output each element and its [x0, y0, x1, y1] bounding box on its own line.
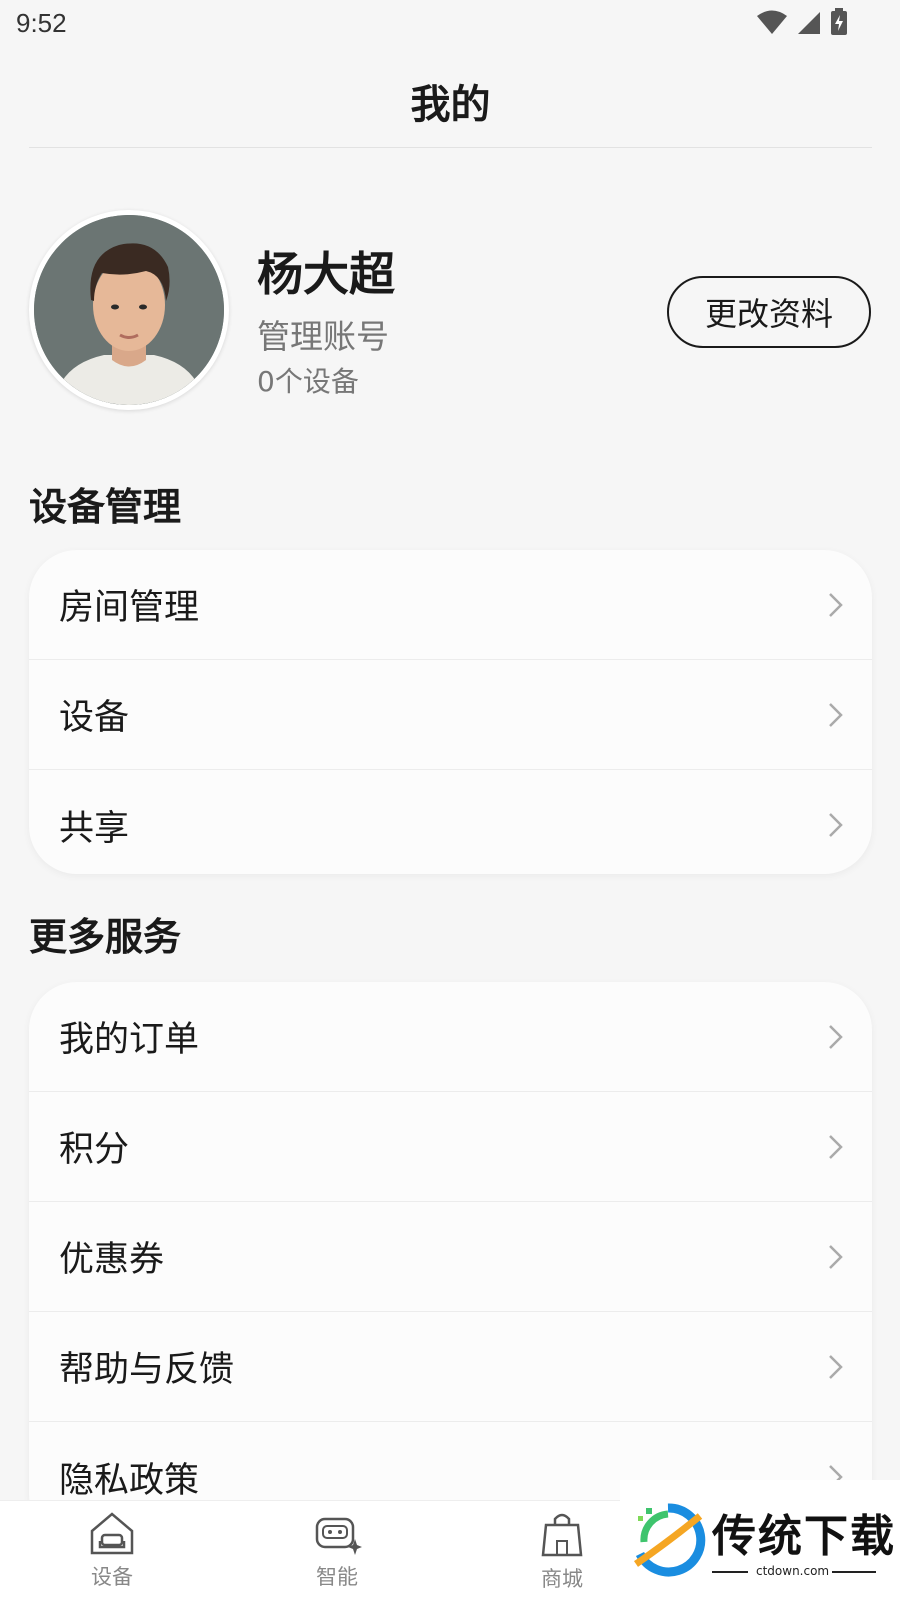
profile-device-count: 0个设备: [257, 365, 359, 398]
tab-label: 商城: [541, 1567, 583, 1591]
chevron-right-icon: [829, 1354, 843, 1379]
tab-devices[interactable]: 设备: [62, 1511, 162, 1591]
section-title-device-management: 设备管理: [29, 485, 182, 529]
chevron-right-icon: [829, 592, 843, 617]
robot-icon: [315, 1517, 362, 1555]
chevron-right-icon: [829, 702, 843, 727]
watermark-url: ctdown.com: [756, 1564, 830, 1578]
watermark-divider-right: [832, 1571, 876, 1573]
watermark-text: 传统下载: [712, 1511, 896, 1562]
wifi-icon: [757, 10, 787, 34]
menu-item-label: 房间管理: [59, 588, 200, 628]
menu-item-label: 积分: [59, 1130, 130, 1170]
cellular-signal-icon: [798, 12, 820, 34]
tab-label: 设备: [91, 1565, 133, 1589]
edit-profile-button[interactable]: 更改资料: [667, 276, 871, 348]
avatar[interactable]: [29, 210, 229, 410]
device-management-card: 房间管理 设备 共享: [29, 550, 872, 874]
avatar-portrait-icon: [34, 215, 224, 405]
shopping-bag-icon: [541, 1513, 583, 1557]
status-time: 9:52: [16, 8, 67, 38]
menu-item-sharing[interactable]: 共享: [29, 770, 872, 874]
profile-name: 杨大超: [257, 247, 395, 301]
watermark-logo-icon: [634, 1503, 706, 1577]
status-bar: 9:52: [0, 0, 900, 50]
menu-item-my-orders[interactable]: 我的订单: [29, 982, 872, 1092]
menu-item-points[interactable]: 积分: [29, 1092, 872, 1202]
page-title: 我的: [410, 82, 491, 128]
profile-section: 杨大超 管理账号 0个设备 更改资料: [29, 210, 872, 410]
menu-item-label: 优惠券: [59, 1240, 165, 1280]
tab-label: 智能: [316, 1565, 358, 1589]
tab-mall[interactable]: 商城: [512, 1511, 612, 1593]
menu-item-label: 我的订单: [59, 1020, 200, 1060]
watermark-divider-left: [712, 1571, 748, 1573]
home-sofa-icon: [90, 1512, 134, 1555]
menu-item-help-feedback[interactable]: 帮助与反馈: [29, 1312, 872, 1422]
menu-item-devices[interactable]: 设备: [29, 660, 872, 770]
chevron-right-icon: [829, 813, 843, 837]
menu-item-label: 帮助与反馈: [59, 1350, 235, 1390]
status-icons: [756, 8, 848, 36]
chevron-right-icon: [829, 1134, 843, 1159]
battery-icon: [831, 8, 847, 35]
tab-smart[interactable]: 智能: [287, 1511, 387, 1591]
section-title-more-services: 更多服务: [29, 915, 182, 959]
more-services-card: 我的订单 积分 优惠券 帮助与反馈 隐私政策: [29, 982, 872, 1542]
menu-item-label: 设备: [59, 698, 130, 738]
chevron-right-icon: [829, 1244, 843, 1269]
profile-role: 管理账号: [257, 317, 389, 356]
page-header: 我的: [29, 55, 872, 148]
menu-item-label: 共享: [59, 808, 130, 849]
chevron-right-icon: [829, 1024, 843, 1049]
menu-item-label: 隐私政策: [59, 1460, 200, 1501]
watermark: 传统下载 ctdown.com: [620, 1480, 900, 1600]
menu-item-room-management[interactable]: 房间管理: [29, 550, 872, 660]
menu-item-coupons[interactable]: 优惠券: [29, 1202, 872, 1312]
